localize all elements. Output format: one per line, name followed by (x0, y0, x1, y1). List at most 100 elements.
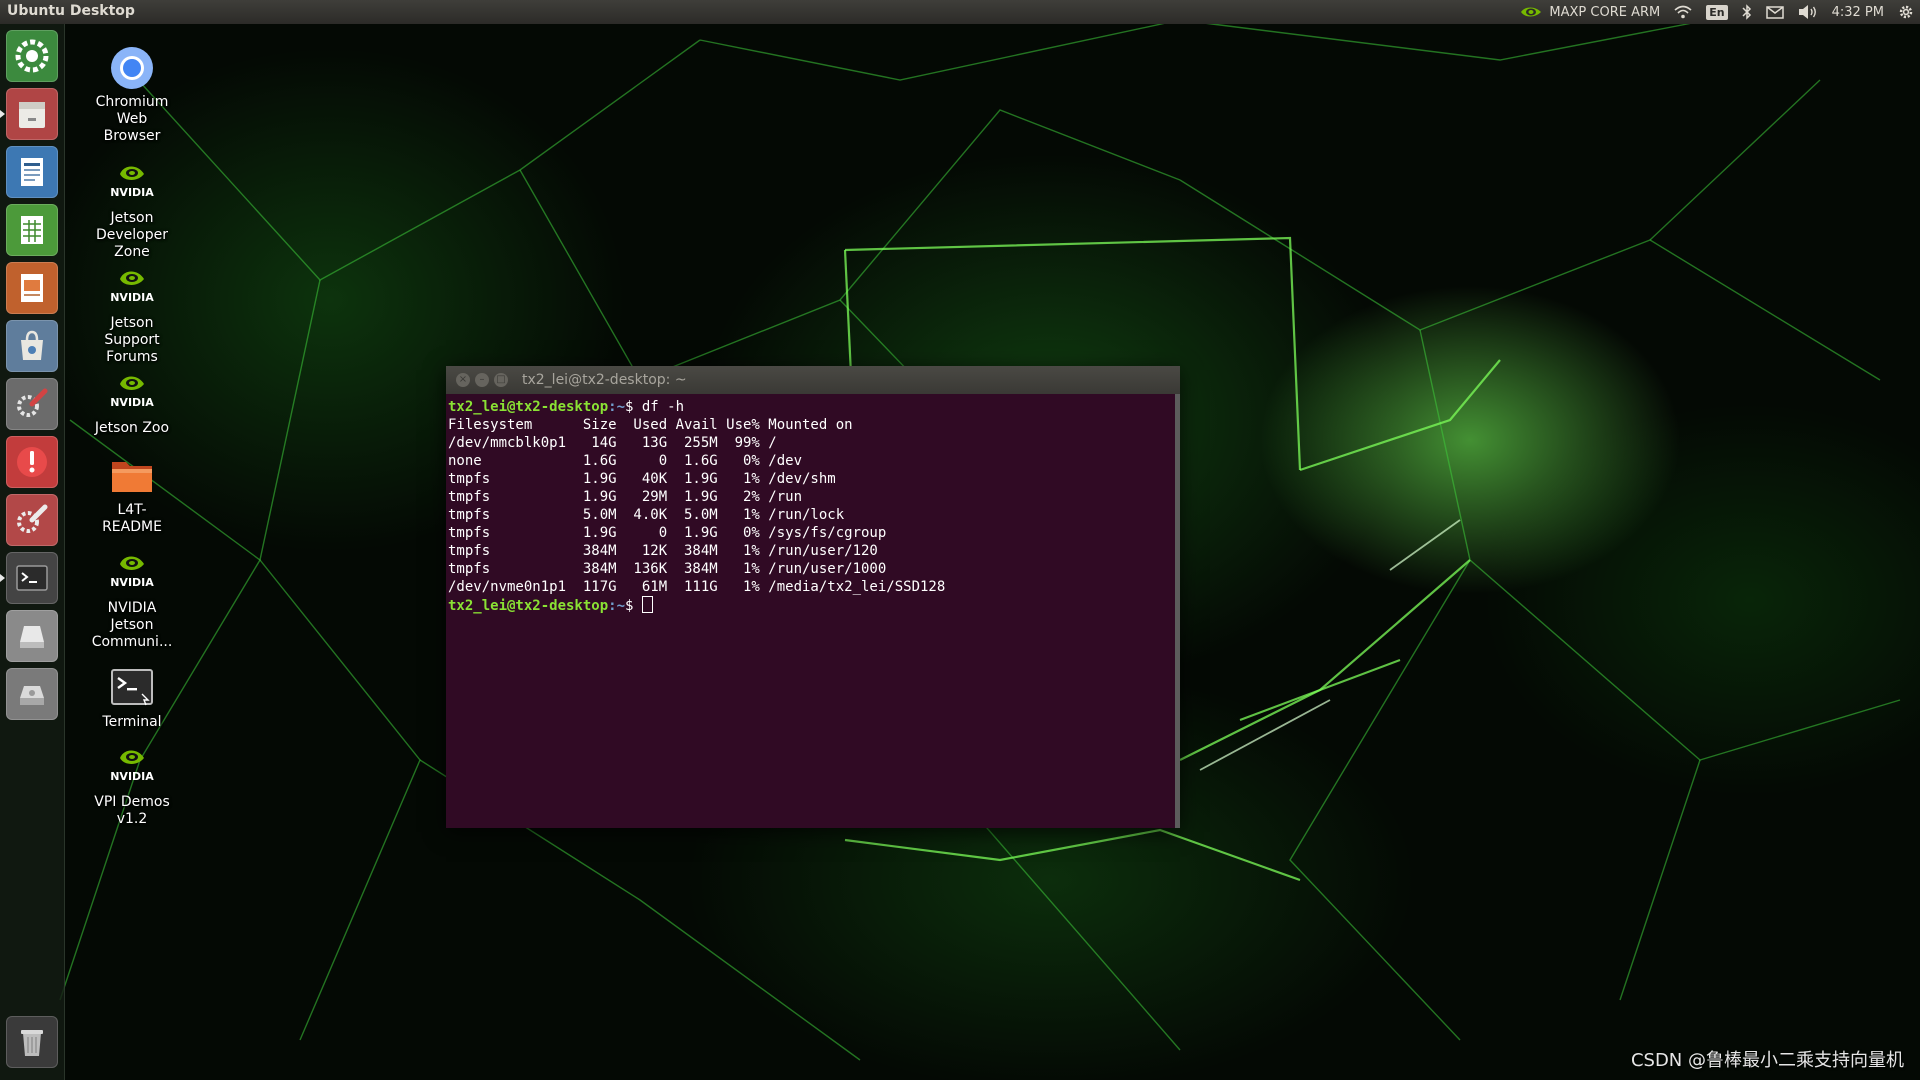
output-line: tmpfs 5.0M 4.0K 5.0M 1% /run/lock (448, 507, 845, 523)
nvidia-icon: NVIDIA (110, 376, 154, 409)
chromium-icon (111, 47, 153, 89)
window-title: Ubuntu Desktop (7, 3, 135, 19)
bluetooth-icon (1742, 4, 1751, 20)
watermark: CSDN @鲁棒最小二乘支持向量机 (1630, 1050, 1904, 1071)
minimize-button[interactable]: – (475, 373, 489, 387)
settings-circle-icon (15, 39, 49, 73)
tools-icon (17, 388, 48, 417)
terminal-title: tx2_lei@tx2-desktop: ~ (522, 372, 687, 388)
trash-icon (21, 1030, 43, 1056)
indicator-area: MAXP CORE ARM En 4:32 PM (1519, 0, 1914, 24)
desktop-icon-label: NVIDIA Jetson Communi... (91, 600, 173, 650)
clock[interactable]: 4:32 PM (1832, 0, 1884, 24)
top-panel: Ubuntu Desktop MAXP CORE ARM En 4:32 PM (0, 0, 1920, 24)
shopping-bag-icon (21, 330, 43, 360)
nvidia-wordmark: NVIDIA (110, 396, 154, 409)
nvidia-icon: NVIDIA (110, 166, 154, 199)
terminal-scrollbar[interactable] (1175, 394, 1180, 828)
presentation-icon (21, 274, 43, 302)
launcher-disk[interactable] (6, 668, 58, 720)
desktop-icon-label: Jetson Developer Zone (95, 210, 168, 260)
sound-indicator[interactable] (1798, 0, 1818, 24)
file-cabinet-icon (19, 102, 45, 128)
prompt-path: :~ (608, 598, 626, 614)
output-line: tmpfs 1.9G 0 1.9G 0% /sys/fs/cgroup (448, 525, 887, 541)
launcher-trash[interactable] (6, 1016, 58, 1068)
desktop-icon-label: Terminal (102, 714, 162, 730)
terminal-titlebar[interactable]: × – □ tx2_lei@tx2-desktop: ~ (446, 366, 1180, 394)
keyboard-indicator[interactable]: En (1706, 0, 1728, 24)
terminal-icon (111, 669, 153, 706)
nvidia-wordmark: NVIDIA (110, 770, 154, 783)
network-indicator[interactable] (1674, 0, 1692, 24)
volume-icon (1798, 5, 1816, 19)
terminal-window[interactable]: × – □ tx2_lei@tx2-desktop: ~ tx2_lei@tx2… (446, 366, 1180, 828)
nvidia-icon: NVIDIA (110, 750, 154, 783)
power-mode-indicator[interactable]: MAXP CORE ARM (1519, 0, 1660, 24)
desktop-icon-jetson-developer-zone[interactable]: NVIDIA Jetson Developer Zone (80, 160, 184, 261)
launcher-software[interactable] (6, 320, 58, 372)
desktop-icon-jetson-zoo[interactable]: NVIDIA Jetson Zoo (80, 370, 184, 437)
terminal-content[interactable]: tx2_lei@tx2-desktop:~$ df -h Filesystem S… (446, 394, 1180, 619)
desktop-icon-vpi-demos[interactable]: NVIDIA VPI Demos v1.2 (80, 744, 184, 828)
messaging-indicator[interactable] (1765, 0, 1784, 24)
nvidia-wordmark: NVIDIA (110, 291, 154, 304)
output-line: tmpfs 384M 136K 384M 1% /run/user/1000 (448, 561, 887, 577)
wifi-icon (1674, 5, 1692, 19)
launcher-impress[interactable] (6, 262, 58, 314)
launcher-system-settings[interactable] (6, 30, 58, 82)
running-indicator (0, 110, 5, 118)
launcher (0, 24, 65, 1080)
launcher-drive[interactable] (6, 610, 58, 662)
command-line: tx2_lei@tx2-desktop:~$ df -h (448, 398, 1178, 416)
session-menu[interactable] (1898, 0, 1914, 24)
desktop-icon-terminal[interactable]: Terminal (80, 664, 184, 731)
mail-icon (1765, 5, 1784, 19)
nvidia-wordmark: NVIDIA (110, 186, 154, 199)
output-line: tmpfs 384M 12K 384M 1% /run/user/120 (448, 543, 878, 559)
nvidia-wordmark: NVIDIA (110, 576, 154, 589)
launcher-tools[interactable] (6, 494, 58, 546)
desktop-icon-label: VPI Demos v1.2 (94, 794, 170, 827)
command-text: df -h (641, 399, 685, 415)
desktop-icon-label: Jetson Zoo (94, 420, 170, 436)
text-cursor (641, 596, 653, 613)
desktop-icon-jetson-support-forums[interactable]: NVIDIA Jetson Support Forums (80, 265, 184, 366)
prompt-user: tx2_lei@tx2-desktop (448, 399, 609, 415)
output-line: none 1.6G 0 1.6G 0% /dev (448, 453, 803, 469)
desktop-icon-label: Jetson Support Forums (104, 315, 160, 365)
clock-time: 4:32 PM (1831, 4, 1884, 20)
launcher-files[interactable] (0, 88, 58, 140)
output-line: tmpfs 1.9G 40K 1.9G 1% /dev/shm (448, 471, 836, 487)
maximize-button[interactable]: □ (494, 373, 508, 387)
tools-icon (17, 504, 48, 533)
launcher-error-report[interactable] (6, 436, 58, 488)
output-line: Filesystem Size Used Avail Use% Mounted … (448, 417, 853, 433)
desktop-icon-nvidia-jetson-community[interactable]: NVIDIA NVIDIA Jetson Communi... (80, 550, 184, 651)
output-line: /dev/nvme0n1p1 117G 61M 111G 1% /media/t… (448, 579, 946, 595)
desktop-icon-l4t-readme[interactable]: L4T- README (80, 452, 184, 536)
nvidia-icon: NVIDIA (110, 271, 154, 304)
disk-icon (20, 686, 44, 705)
desktop-icon-label: L4T- README (102, 502, 162, 535)
prompt-path: :~ (608, 399, 626, 415)
nvidia-icon (1521, 7, 1542, 17)
launcher-calc[interactable] (6, 204, 58, 256)
launcher-settings-tools[interactable] (6, 378, 58, 430)
running-indicator (0, 574, 5, 582)
gear-icon (1899, 5, 1913, 19)
nvidia-icon: NVIDIA (110, 556, 154, 589)
launcher-writer[interactable] (6, 146, 58, 198)
close-button[interactable]: × (456, 373, 470, 387)
spreadsheet-icon (21, 216, 43, 244)
warning-icon (17, 447, 47, 477)
drive-icon (20, 626, 44, 648)
desktop-icon-chromium[interactable]: Chromium Web Browser (80, 44, 184, 145)
output-line: tmpfs 1.9G 29M 1.9G 2% /run (448, 489, 803, 505)
document-icon (21, 158, 43, 186)
output-line: /dev/mmcblk0p1 14G 13G 255M 99% / (448, 435, 777, 451)
launcher-terminal[interactable] (0, 552, 58, 604)
bluetooth-indicator[interactable] (1742, 0, 1752, 24)
prompt-symbol: $ (625, 598, 642, 614)
keyboard-layout-badge: En (1706, 4, 1728, 20)
